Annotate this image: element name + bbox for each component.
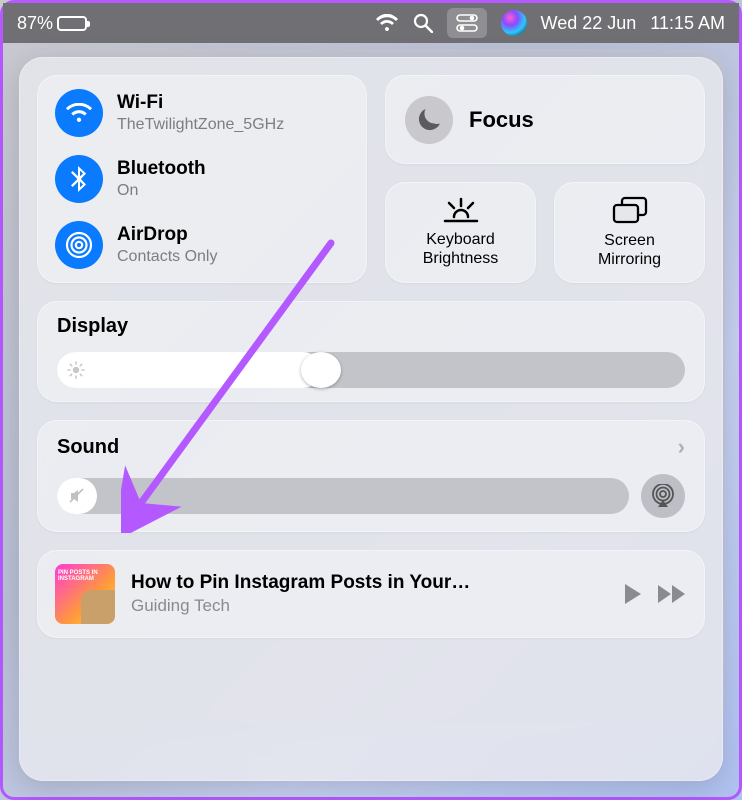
siri-icon[interactable] xyxy=(501,10,527,36)
battery-indicator[interactable]: 87% xyxy=(17,13,87,34)
airdrop-title: AirDrop xyxy=(117,224,217,246)
now-playing-title: How to Pin Instagram Posts in Your… xyxy=(131,572,607,594)
airdrop-icon xyxy=(55,221,103,269)
screen-mirroring-icon xyxy=(612,196,648,224)
display-slider[interactable] xyxy=(57,352,685,388)
airplay-audio-button[interactable] xyxy=(641,474,685,518)
wifi-menu-icon[interactable] xyxy=(375,14,399,32)
speaker-muted-icon xyxy=(68,487,86,505)
battery-percent: 87% xyxy=(17,13,53,34)
menubar-date[interactable]: Wed 22 Jun xyxy=(541,13,637,34)
display-title: Display xyxy=(57,315,128,338)
airdrop-subtitle: Contacts Only xyxy=(117,248,217,266)
control-center-icon[interactable] xyxy=(447,8,487,38)
sun-icon xyxy=(67,361,85,379)
airdrop-toggle[interactable]: AirDrop Contacts Only xyxy=(55,221,349,269)
control-center-panel: Wi-Fi TheTwilightZone_5GHz Bluetooth On xyxy=(19,57,723,781)
bluetooth-toggle[interactable]: Bluetooth On xyxy=(55,155,349,203)
now-playing-artwork: PIN POSTS IN INSTAGRAM xyxy=(55,564,115,624)
bluetooth-title: Bluetooth xyxy=(117,158,206,180)
screen-mirroring-label: Screen Mirroring xyxy=(598,232,661,269)
focus-card[interactable]: Focus xyxy=(385,75,705,164)
sound-slider[interactable] xyxy=(57,478,629,514)
keyboard-brightness-icon xyxy=(441,197,481,223)
sound-slider-knob[interactable] xyxy=(57,478,97,514)
connectivity-card: Wi-Fi TheTwilightZone_5GHz Bluetooth On xyxy=(37,75,367,283)
keyboard-brightness-button[interactable]: Keyboard Brightness xyxy=(385,182,536,283)
sound-expand-chevron-icon[interactable]: › xyxy=(678,434,685,460)
spotlight-icon[interactable] xyxy=(413,13,433,33)
bluetooth-subtitle: On xyxy=(117,182,206,200)
focus-title: Focus xyxy=(469,107,534,133)
wifi-toggle[interactable]: Wi-Fi TheTwilightZone_5GHz xyxy=(55,89,349,137)
wifi-subtitle: TheTwilightZone_5GHz xyxy=(117,116,284,134)
display-card: Display xyxy=(37,301,705,402)
keyboard-brightness-label: Keyboard Brightness xyxy=(423,231,499,268)
display-slider-knob[interactable] xyxy=(301,352,341,388)
next-track-button[interactable] xyxy=(657,584,687,604)
bluetooth-icon xyxy=(55,155,103,203)
play-button[interactable] xyxy=(623,583,643,605)
menubar-time[interactable]: 11:15 AM xyxy=(650,13,725,34)
battery-icon xyxy=(57,16,87,31)
sound-title: Sound xyxy=(57,436,119,459)
now-playing-card[interactable]: PIN POSTS IN INSTAGRAM How to Pin Instag… xyxy=(37,550,705,638)
sound-card: Sound › xyxy=(37,420,705,532)
wifi-title: Wi-Fi xyxy=(117,92,284,114)
wifi-icon xyxy=(55,89,103,137)
menu-bar: 87% Wed 22 Jun 11:15 AM xyxy=(3,3,739,43)
screen-mirroring-button[interactable]: Screen Mirroring xyxy=(554,182,705,283)
now-playing-subtitle: Guiding Tech xyxy=(131,596,607,616)
moon-icon xyxy=(405,96,453,144)
airplay-icon xyxy=(651,484,675,508)
